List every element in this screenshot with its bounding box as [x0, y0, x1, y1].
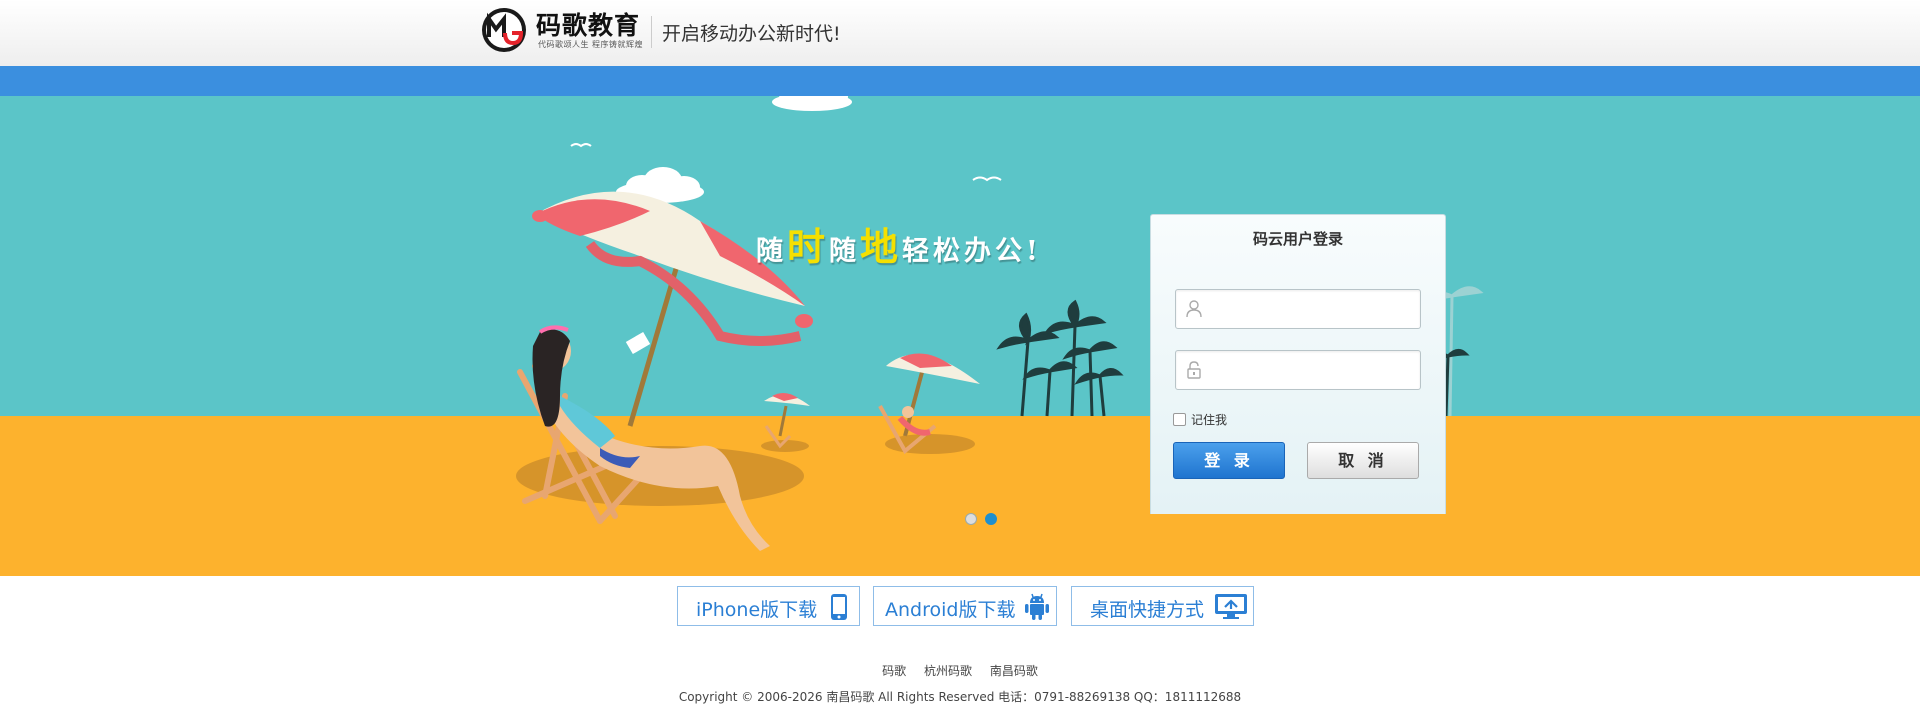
footer-link-hangzhou[interactable]: 杭州码歌: [924, 664, 972, 678]
banner: 随时随地轻松办公! 码云用户登录 记住我 登 录 取 消: [0, 96, 1920, 576]
login-panel: 码云用户登录 记住我 登 录 取 消: [1150, 214, 1446, 514]
android-icon: [1025, 593, 1049, 620]
footer-links: 码歌 杭州码歌 南昌码歌: [0, 662, 1920, 679]
footer-link-nanchang[interactable]: 南昌码歌: [990, 664, 1038, 678]
slogan-part-3: 随: [829, 236, 861, 267]
brand-tagline: 代码歌颂人生 程序铸就辉煌: [538, 40, 644, 49]
header-slogan: 开启移动办公新时代!: [662, 23, 841, 45]
remember-checkbox[interactable]: [1173, 413, 1186, 426]
slider-dot-1[interactable]: [965, 513, 977, 525]
logo-mark-icon[interactable]: [481, 7, 527, 53]
beach-illustration: [0, 96, 1920, 576]
phone-icon: [831, 594, 847, 620]
lock-icon: [1187, 361, 1201, 379]
slogan-part-5: 轻松办公!: [902, 236, 1042, 267]
slogan-part-1: 随: [756, 236, 787, 267]
android-download-button[interactable]: Android版下载: [873, 586, 1057, 626]
slider-dot-2[interactable]: [985, 513, 997, 525]
slogan-part-4: 地: [860, 224, 903, 269]
copyright: Copyright © 2006-2026 南昌码歌 All Rights Re…: [678, 690, 1242, 704]
user-icon: [1186, 300, 1202, 318]
username-field[interactable]: [1175, 289, 1421, 330]
remember-label: 记住我: [1191, 413, 1228, 427]
slider-dots: [965, 510, 1005, 529]
banner-slogan: 随时随地轻松办公!: [756, 216, 1042, 271]
slogan-part-2: 时: [787, 224, 830, 269]
login-title: 码云用户登录: [1252, 230, 1343, 248]
username-input[interactable]: [1212, 290, 1416, 330]
login-button[interactable]: 登 录: [1173, 442, 1285, 479]
header-divider: [651, 16, 652, 48]
desktop-shortcut-button[interactable]: 桌面快捷方式: [1071, 586, 1254, 626]
desktop-shortcut-label: 桌面快捷方式: [1090, 599, 1205, 621]
brand-name: 码歌教育: [536, 11, 641, 40]
password-field[interactable]: [1175, 350, 1421, 391]
cancel-button[interactable]: 取 消: [1307, 442, 1419, 479]
footer-link-mage[interactable]: 码歌: [882, 664, 906, 678]
iphone-download-label: iPhone版下载: [696, 599, 818, 621]
iphone-download-button[interactable]: iPhone版下载: [677, 586, 860, 626]
remember-me[interactable]: 记住我: [1173, 411, 1227, 428]
header: 码歌教育 代码歌颂人生 程序铸就辉煌 开启移动办公新时代!: [0, 0, 1920, 66]
desktop-icon: [1215, 594, 1247, 619]
android-download-label: Android版下载: [885, 599, 1016, 621]
blue-band: [0, 66, 1920, 96]
password-input[interactable]: [1212, 351, 1416, 391]
